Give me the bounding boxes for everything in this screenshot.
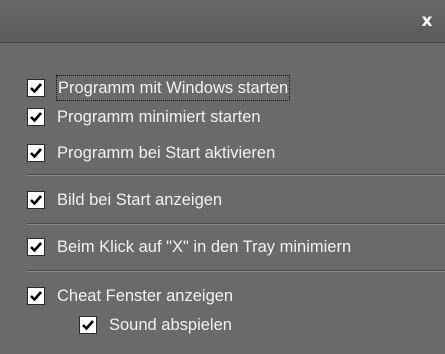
option-label-start-minimized: Programm minimiert starten <box>57 108 261 126</box>
option-label-start-with-windows: Programm mit Windows starten <box>55 75 291 101</box>
checkbox-show-image-on-start[interactable] <box>27 191 45 209</box>
checkmark-icon <box>30 112 42 123</box>
checkmark-icon <box>30 148 42 159</box>
separator <box>27 223 445 225</box>
checkbox-minimize-to-tray[interactable] <box>27 238 45 256</box>
checkbox-play-sound[interactable] <box>79 316 97 334</box>
option-minimize-to-tray[interactable]: Beim Klick auf "X" in den Tray minimiern <box>27 235 351 259</box>
title-bar[interactable]: x <box>0 0 445 43</box>
option-start-with-windows[interactable]: Programm mit Windows starten <box>27 75 291 101</box>
option-label-show-cheat-window: Cheat Fenster anzeigen <box>57 287 234 305</box>
options-panel: Programm mit Windows starten Programm mi… <box>0 43 445 354</box>
checkmark-icon <box>30 242 42 253</box>
checkbox-start-with-windows[interactable] <box>27 79 45 97</box>
option-label-activate-on-start: Programm bei Start aktivieren <box>57 144 276 162</box>
option-play-sound[interactable]: Sound abspielen <box>79 313 232 337</box>
checkmark-icon <box>30 291 42 302</box>
settings-window: x Programm mit Windows starten Programm … <box>0 0 445 354</box>
close-button[interactable]: x <box>416 10 438 32</box>
checkbox-show-cheat-window[interactable] <box>27 287 45 305</box>
checkmark-icon <box>30 195 42 206</box>
checkmark-icon <box>82 320 94 331</box>
option-show-image-on-start[interactable]: Bild bei Start anzeigen <box>27 188 222 212</box>
separator <box>27 270 445 272</box>
checkbox-start-minimized[interactable] <box>27 108 45 126</box>
checkbox-activate-on-start[interactable] <box>27 144 45 162</box>
checkmark-icon <box>30 83 42 94</box>
option-label-minimize-to-tray: Beim Klick auf "X" in den Tray minimiern <box>57 238 352 256</box>
option-start-minimized[interactable]: Programm minimiert starten <box>27 105 261 129</box>
option-show-cheat-window[interactable]: Cheat Fenster anzeigen <box>27 284 233 308</box>
separator <box>27 174 445 176</box>
option-label-show-image-on-start: Bild bei Start anzeigen <box>57 191 223 209</box>
option-activate-on-start[interactable]: Programm bei Start aktivieren <box>27 141 275 165</box>
option-label-play-sound: Sound abspielen <box>109 316 232 334</box>
